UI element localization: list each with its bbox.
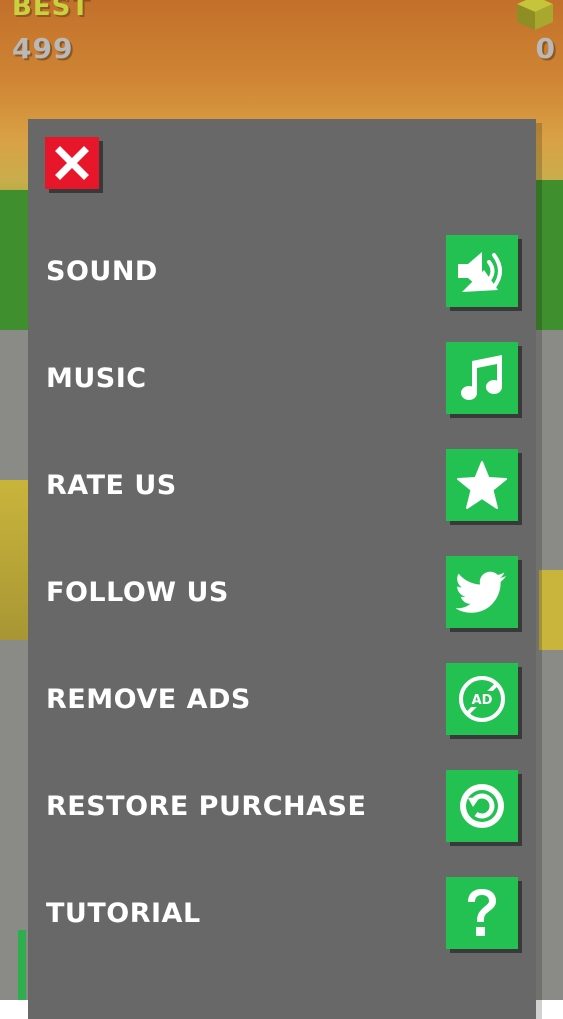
menu-row-music[interactable]: MUSIC	[28, 341, 536, 415]
no-ads-icon: AD	[459, 676, 505, 722]
menu-row-sound[interactable]: SOUND	[28, 234, 536, 308]
restore-purchase-label: RESTORE PURCHASE	[46, 790, 367, 822]
settings-panel: SOUND MUSIC RATE US FOLLOW US REMOVE ADS…	[28, 119, 536, 1019]
question-mark-icon	[468, 889, 496, 936]
menu-row-rate-us[interactable]: RATE US	[28, 448, 536, 522]
remove-ads-button[interactable]: AD	[446, 663, 518, 735]
svg-text:AD: AD	[472, 693, 493, 708]
cube-icon	[517, 0, 553, 30]
sound-icon	[458, 252, 502, 292]
road-right	[533, 330, 563, 1000]
music-button[interactable]	[446, 342, 518, 414]
remove-ads-label: REMOVE ADS	[46, 683, 251, 715]
rate-us-button[interactable]	[446, 449, 518, 521]
best-label: BEST	[12, 0, 91, 22]
best-score: 499	[12, 32, 74, 65]
close-button[interactable]	[45, 137, 99, 189]
star-icon	[457, 461, 507, 509]
restore-icon	[460, 784, 504, 828]
tutorial-label: TUTORIAL	[46, 897, 201, 929]
menu-row-follow-us[interactable]: FOLLOW US	[28, 555, 536, 629]
music-label: MUSIC	[46, 362, 147, 394]
sound-label: SOUND	[46, 255, 158, 287]
follow-us-label: FOLLOW US	[46, 576, 229, 608]
tutorial-button[interactable]	[446, 877, 518, 949]
close-icon	[55, 146, 89, 180]
sound-button[interactable]	[446, 235, 518, 307]
restore-purchase-button[interactable]	[446, 770, 518, 842]
music-note-icon	[461, 355, 502, 400]
green-edge	[18, 930, 26, 1000]
road-stripe-right	[539, 570, 563, 650]
rate-us-label: RATE US	[46, 469, 177, 501]
menu-row-restore-purchase[interactable]: RESTORE PURCHASE	[28, 769, 536, 843]
road-stripe-left	[0, 480, 28, 640]
follow-us-button[interactable]	[446, 556, 518, 628]
menu-row-tutorial[interactable]: TUTORIAL	[28, 876, 536, 950]
coin-count: 0	[535, 32, 555, 65]
grass-right	[533, 180, 563, 340]
menu-row-remove-ads[interactable]: REMOVE ADS AD	[28, 662, 536, 736]
twitter-bird-icon	[456, 571, 506, 613]
